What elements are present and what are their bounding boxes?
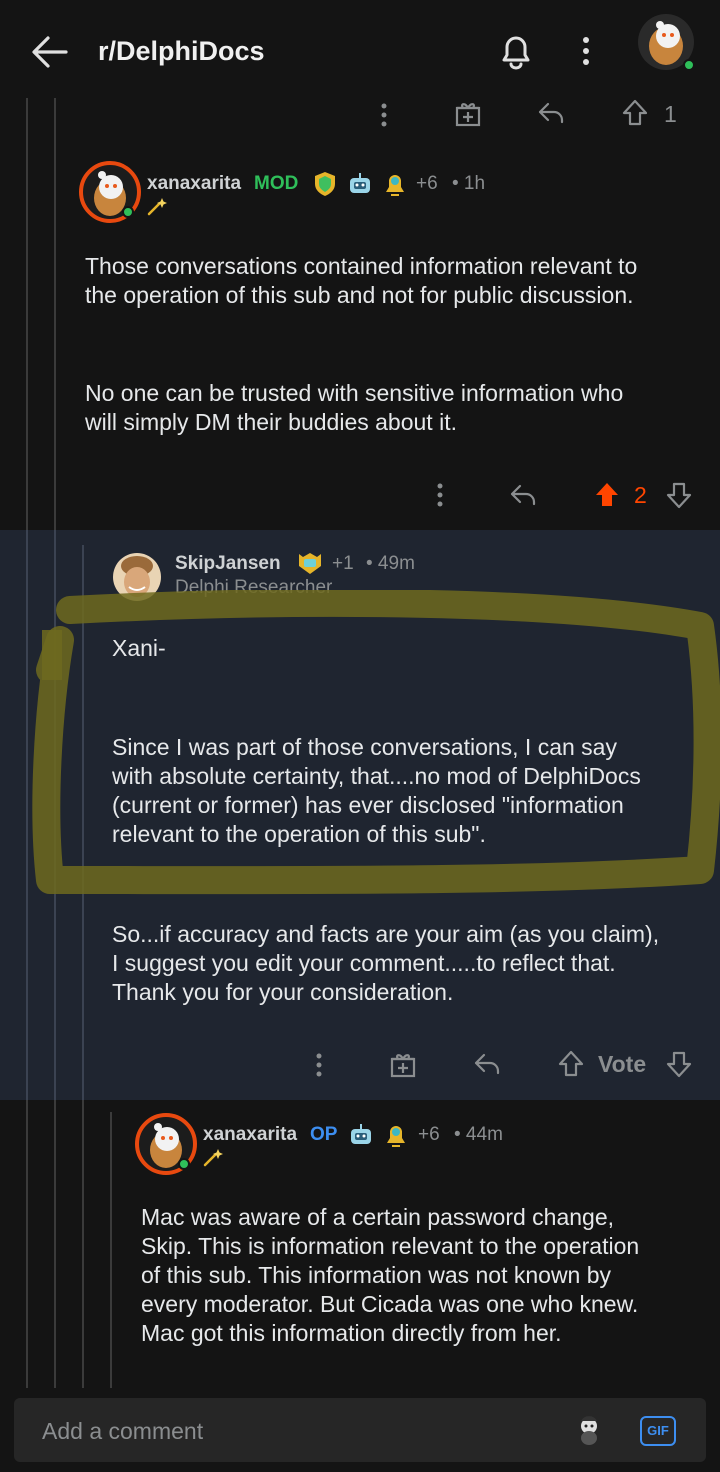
gift-icon[interactable]	[389, 1049, 417, 1079]
comment-body-line: No one can be trusted with sensitive inf…	[85, 380, 624, 406]
vote-label[interactable]: Vote	[598, 1051, 646, 1078]
reply-icon[interactable]	[508, 480, 538, 510]
comment-username[interactable]: xanaxarita	[203, 1124, 297, 1146]
comment-input[interactable]: Add a comment	[42, 1418, 203, 1445]
comment-body-line: So...if accuracy and facts are your aim …	[112, 921, 660, 947]
comment-body-line: Thank you for your consideration.	[112, 979, 454, 1005]
comment-body-line: Skip. This is information relevant to th…	[141, 1233, 640, 1259]
subreddit-title[interactable]: r/DelphiDocs	[98, 36, 265, 67]
upvote-icon[interactable]	[556, 1049, 586, 1079]
comment-time: • 1h	[452, 173, 486, 194]
downvote-icon[interactable]	[664, 480, 694, 510]
shield-award-icon[interactable]	[312, 170, 338, 198]
comment-username[interactable]: SkipJansen	[175, 553, 281, 575]
back-arrow-icon[interactable]	[28, 30, 72, 74]
comment-body-line: Mac got this information directly from h…	[141, 1320, 562, 1346]
bell-award-icon[interactable]	[382, 1121, 410, 1149]
bell-award-icon[interactable]	[381, 170, 409, 198]
comment-body-line: every moderator. But Cicada was one who …	[141, 1291, 639, 1317]
comment-composer[interactable]: Add a comment GIF	[14, 1398, 706, 1462]
gift-icon[interactable]	[454, 98, 482, 128]
comment-username[interactable]: xanaxarita	[147, 173, 241, 195]
more-options-icon[interactable]	[428, 480, 452, 510]
commenter-avatar[interactable]	[112, 552, 162, 602]
user-avatar[interactable]	[636, 12, 696, 72]
robot-award-icon[interactable]	[346, 170, 374, 198]
comment-body-line: Those conversations contained informatio…	[85, 253, 638, 279]
downvote-icon[interactable]	[664, 1049, 694, 1079]
bell-icon[interactable]	[496, 30, 536, 72]
more-options-icon[interactable]	[307, 1050, 331, 1080]
award-count[interactable]: +6	[416, 173, 438, 195]
user-flair: Delphi Researcher	[175, 577, 333, 598]
thread-line[interactable]	[26, 530, 28, 1100]
upvote-icon[interactable]	[592, 480, 622, 510]
comment-body-line: Xani-	[112, 635, 166, 661]
thread-line[interactable]	[110, 1112, 112, 1388]
more-options-icon[interactable]	[372, 100, 396, 130]
vote-count: 1	[664, 101, 677, 127]
comment-body-line: relevant to the operation of this sub".	[112, 821, 486, 847]
comment-body-line: will simply DM their buddies about it.	[85, 409, 457, 435]
comment-body-line: the operation of this sub and not for pu…	[85, 282, 634, 308]
snoo-icon[interactable]	[576, 1414, 602, 1446]
award-count[interactable]: +1	[332, 553, 354, 575]
commenter-avatar[interactable]	[78, 160, 142, 224]
more-vertical-icon[interactable]	[574, 30, 598, 72]
thread-line[interactable]	[54, 530, 56, 1100]
comment-body-line: with absolute certainty, that....no mod …	[112, 763, 641, 789]
mod-flair: MOD	[254, 173, 299, 194]
award-count[interactable]: +6	[418, 1124, 440, 1146]
gif-icon[interactable]: GIF	[640, 1416, 676, 1446]
comment-time: • 44m	[454, 1124, 503, 1145]
comment-body-line: I suggest you edit your comment.....to r…	[112, 950, 616, 976]
comment-body-line: (current or former) has ever disclosed "…	[112, 792, 624, 818]
comment-body-line: Since I was part of those conversations,…	[112, 734, 617, 760]
comment-time: • 49m	[366, 553, 415, 574]
top-app-bar: r/DelphiDocs	[0, 0, 720, 98]
thread-line[interactable]	[82, 545, 84, 1100]
sparkle-award-icon	[147, 196, 169, 216]
robot-award-icon[interactable]	[347, 1121, 375, 1149]
commenter-avatar[interactable]	[134, 1112, 198, 1176]
vote-count: 2	[634, 482, 647, 508]
robot-award-icon[interactable]	[296, 550, 324, 576]
comment-body-line: Mac was aware of a certain password chan…	[141, 1204, 615, 1230]
sparkle-award-icon	[203, 1147, 225, 1167]
reply-icon[interactable]	[472, 1049, 502, 1079]
upvote-icon[interactable]	[620, 98, 650, 128]
op-flair: OP	[310, 1124, 338, 1145]
reply-icon[interactable]	[536, 98, 566, 128]
comment-body-line: of this sub. This information was not kn…	[141, 1262, 612, 1288]
